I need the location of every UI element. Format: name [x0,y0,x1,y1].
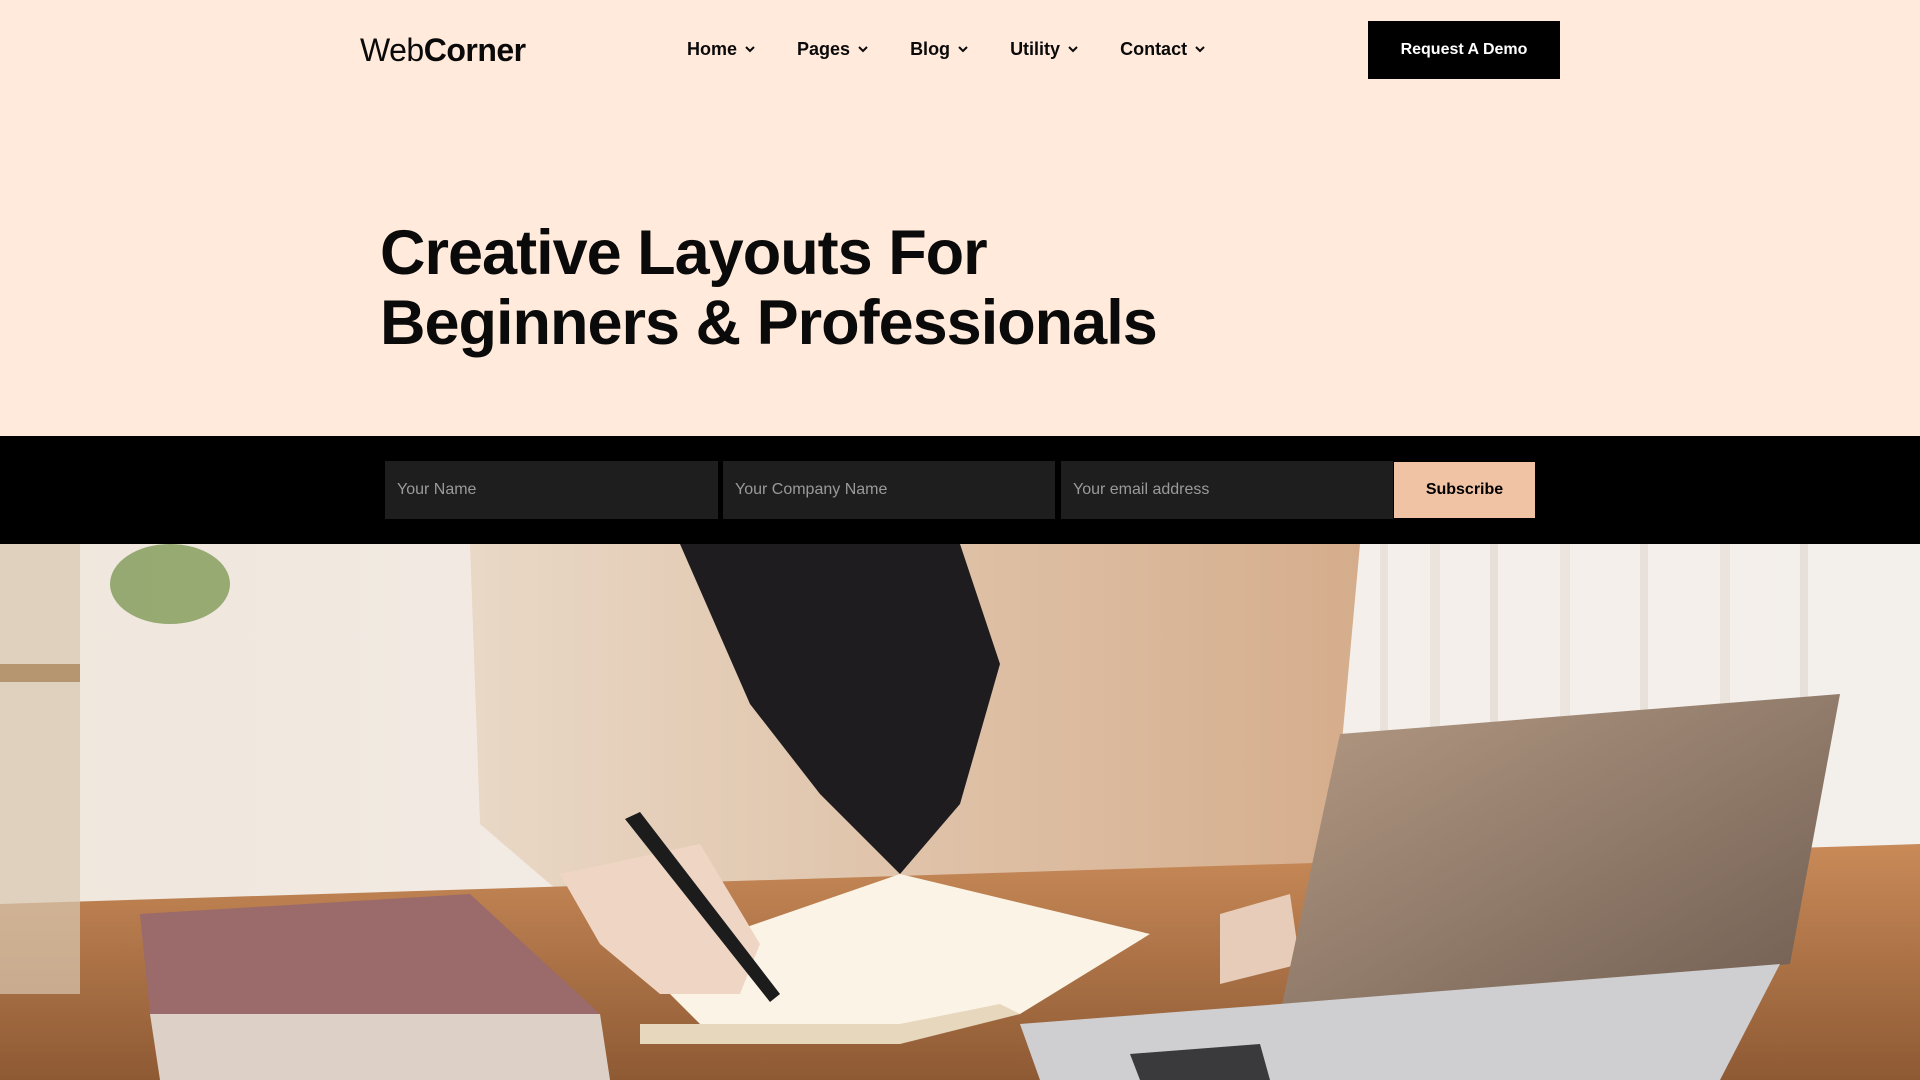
nav-item-label: Home [687,39,738,59]
chevron-down-icon [1195,46,1205,53]
chevron-down-icon [958,46,968,53]
chevron-down-icon [1068,46,1078,53]
subscribe-button[interactable]: Subscribe [1394,462,1535,518]
nav-item-label: Contact [1120,39,1188,59]
name-field[interactable] [385,461,718,519]
site-logo[interactable]: WebCorner [360,30,526,70]
nav-item-label: Blog [910,39,951,59]
logo-text-bold: Corner [423,32,526,68]
hero-image [0,544,1920,1080]
hero-title-line-1: Creative Layouts For [380,218,988,288]
hero-title-line-2: Beginners & Professionals [380,288,1158,358]
main-nav: Home Pages Blog Utility Contact [687,36,1247,62]
hero-title: Creative Layouts For Beginners & Profess… [380,218,1180,358]
nav-item-label: Utility [1010,39,1061,59]
nav-item-blog[interactable]: Blog [910,36,969,62]
nav-item-contact[interactable]: Contact [1120,36,1206,62]
site-header: WebCorner Home Pages Blog Utility Contac… [0,0,1920,100]
chevron-down-icon [858,46,868,53]
request-demo-button[interactable]: Request A Demo [1368,21,1560,79]
chevron-down-icon [745,46,755,53]
nav-item-home[interactable]: Home [687,36,756,62]
subscribe-form-band: Subscribe [0,436,1920,544]
nav-item-pages[interactable]: Pages [797,36,869,62]
woman-writing-photo [0,544,1920,1080]
email-field[interactable] [1061,461,1393,519]
company-name-field[interactable] [723,461,1055,519]
nav-item-utility[interactable]: Utility [1010,36,1079,62]
nav-item-label: Pages [797,39,851,59]
logo-text-light: Web [360,32,424,68]
